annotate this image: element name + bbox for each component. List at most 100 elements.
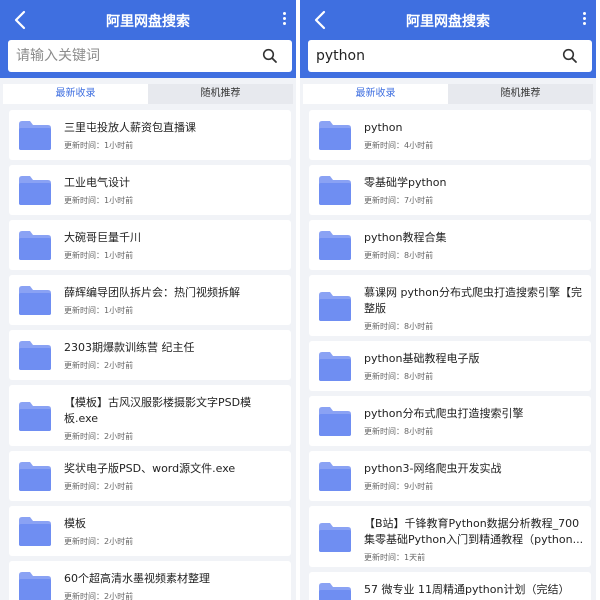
item-update-time: 更新时间：7小时前	[364, 196, 434, 205]
list-item-1[interactable]: 三里屯投放人薪资包直播课 更新时间：1小时前	[9, 110, 291, 160]
list-item-7[interactable]: 奖状电子版PSD、word源文件.exe 更新时间：2小时前	[9, 451, 291, 501]
item-update-time: 更新时间：8小时前	[364, 427, 434, 436]
folder-icon	[17, 459, 53, 493]
list-item-4[interactable]: 薛辉编导团队拆片会：热门视频拆解 更新时间：1小时前	[9, 275, 291, 325]
item-name: 三里屯投放人薪资包直播课	[64, 121, 196, 134]
item-name: 57 微专业 11周精通python计划（完结）	[364, 583, 570, 596]
item-info: 零基础学python 更新时间：7小时前	[364, 175, 585, 206]
list-item-2[interactable]: 工业电气设计 更新时间：1小时前	[9, 165, 291, 215]
item-name: python基础教程电子版	[364, 352, 480, 365]
top-bar: 阿里网盘搜索	[300, 0, 596, 40]
list-item-5[interactable]: python基础教程电子版 更新时间：8小时前	[309, 341, 591, 391]
item-update-time: 更新时间：2小时前	[64, 482, 134, 491]
list-item-2[interactable]: 零基础学python 更新时间：7小时前	[309, 165, 591, 215]
list-item-6[interactable]: python分布式爬虫打造搜索引擎 更新时间：8小时前	[309, 396, 591, 446]
item-name: 慕课网 python分布式爬虫打造搜索引擎【完整版	[364, 286, 582, 315]
item-name: 零基础学python	[364, 176, 447, 189]
folder-icon	[17, 283, 53, 317]
item-update-time: 更新时间：8小时前	[364, 372, 434, 381]
item-name: 大碗哥巨量千川	[64, 231, 141, 244]
search-screen-empty: 阿里网盘搜索 最新收录 随机推荐 三里屯投放人薪资包直播课 更新时间：1小时前	[0, 0, 296, 600]
item-update-time: 更新时间：9小时前	[364, 482, 434, 491]
item-name: 60个超高清水墨视频素材整理	[64, 572, 210, 585]
list-item-7[interactable]: python3-网络爬虫开发实战 更新时间：9小时前	[309, 451, 591, 501]
list-item-4[interactable]: 慕课网 python分布式爬虫打造搜索引擎【完整版 更新时间：8小时前	[309, 275, 591, 336]
item-name: 薛辉编导团队拆片会：热门视频拆解	[64, 286, 240, 299]
search-input[interactable]	[16, 45, 236, 67]
folder-icon	[317, 173, 353, 207]
screenshot-pair: 阿里网盘搜索 最新收录 随机推荐 三里屯投放人薪资包直播课 更新时间：1小时前	[0, 0, 600, 600]
item-update-time: 更新时间：1小时前	[64, 196, 134, 205]
item-update-time: 更新时间：1天前	[364, 553, 426, 562]
folder-icon	[317, 289, 353, 323]
folder-icon	[17, 338, 53, 372]
item-update-time: 更新时间：2小时前	[64, 432, 134, 441]
tab-random[interactable]: 随机推荐	[148, 84, 293, 104]
item-info: python教程合集 更新时间：8小时前	[364, 230, 585, 261]
item-name: 【模板】古风汉服影楼摄影文字PSD模板.exe	[64, 396, 252, 425]
item-update-time: 更新时间：4小时前	[364, 141, 434, 150]
item-info: python3-网络爬虫开发实战 更新时间：9小时前	[364, 461, 585, 492]
tab-random[interactable]: 随机推荐	[448, 84, 593, 104]
search-screen-python: 阿里网盘搜索 最新收录 随机推荐 python 更新时间：4小时前	[300, 0, 596, 600]
folder-icon	[17, 118, 53, 152]
item-update-time: 更新时间：8小时前	[364, 251, 434, 260]
list-item-5[interactable]: 2303期爆款训练营 纪主任 更新时间：2小时前	[9, 330, 291, 380]
item-name: 【B站】千锋教育Python数据分析教程_700集零基础Python入门到精通教…	[364, 517, 584, 546]
app-header: 阿里网盘搜索	[300, 0, 596, 78]
more-menu-icon[interactable]	[280, 10, 288, 30]
item-info: 奖状电子版PSD、word源文件.exe 更新时间：2小时前	[64, 461, 285, 492]
folder-icon	[17, 569, 53, 600]
item-info: python 更新时间：4小时前	[364, 120, 585, 151]
item-name: 模板	[64, 517, 86, 530]
app-header: 阿里网盘搜索	[0, 0, 296, 78]
item-name: python3-网络爬虫开发实战	[364, 462, 502, 475]
folder-icon	[317, 580, 353, 600]
item-name: 奖状电子版PSD、word源文件.exe	[64, 462, 236, 475]
list-item-6[interactable]: 【模板】古风汉服影楼摄影文字PSD模板.exe 更新时间：2小时前	[9, 385, 291, 446]
item-info: python基础教程电子版 更新时间：8小时前	[364, 351, 585, 382]
top-bar: 阿里网盘搜索	[0, 0, 296, 40]
search-input[interactable]	[316, 45, 536, 67]
folder-icon	[17, 228, 53, 262]
item-name: python教程合集	[364, 231, 447, 244]
item-info: 薛辉编导团队拆片会：热门视频拆解 更新时间：1小时前	[64, 285, 285, 316]
item-info: 三里屯投放人薪资包直播课 更新时间：1小时前	[64, 120, 285, 151]
app-title: 阿里网盘搜索	[406, 14, 490, 30]
item-info: 模板 更新时间：2小时前	[64, 516, 285, 547]
item-update-time: 更新时间：1小时前	[64, 251, 134, 260]
item-name: 工业电气设计	[64, 176, 130, 189]
list-item-9[interactable]: 57 微专业 11周精通python计划（完结） 更新时间：1天前	[309, 572, 591, 600]
item-name: python分布式爬虫打造搜索引擎	[364, 407, 524, 420]
list-item-8[interactable]: 模板 更新时间：2小时前	[9, 506, 291, 556]
item-update-time: 更新时间：8小时前	[364, 322, 434, 331]
list-item-9[interactable]: 60个超高清水墨视频素材整理 更新时间：2小时前	[9, 561, 291, 600]
list-item-8[interactable]: 【B站】千锋教育Python数据分析教程_700集零基础Python入门到精通教…	[309, 506, 591, 567]
more-menu-icon[interactable]	[580, 10, 588, 30]
item-info: 60个超高清水墨视频素材整理 更新时间：2小时前	[64, 571, 285, 600]
list-item-3[interactable]: 大碗哥巨量千川 更新时间：1小时前	[9, 220, 291, 270]
item-info: 慕课网 python分布式爬虫打造搜索引擎【完整版 更新时间：8小时前	[364, 285, 585, 332]
result-list: 三里屯投放人薪资包直播课 更新时间：1小时前 工业电气设计 更新时间：1小时前 …	[9, 110, 291, 600]
list-item-3[interactable]: python教程合集 更新时间：8小时前	[309, 220, 591, 270]
item-name: python	[364, 121, 403, 134]
app-title: 阿里网盘搜索	[106, 14, 190, 30]
folder-icon	[17, 399, 53, 433]
tab-bar: 最新收录 随机推荐	[303, 84, 593, 104]
item-update-time: 更新时间：2小时前	[64, 537, 134, 546]
search-icon[interactable]	[562, 48, 578, 64]
search-bar	[8, 40, 292, 72]
search-icon[interactable]	[262, 48, 278, 64]
tab-latest[interactable]: 最新收录	[3, 84, 148, 104]
result-list: python 更新时间：4小时前 零基础学python 更新时间：7小时前 py…	[309, 110, 591, 600]
item-update-time: 更新时间：1小时前	[64, 141, 134, 150]
search-bar	[308, 40, 592, 72]
item-info: 【模板】古风汉服影楼摄影文字PSD模板.exe 更新时间：2小时前	[64, 395, 285, 442]
item-name: 2303期爆款训练营 纪主任	[64, 341, 195, 354]
folder-icon	[317, 459, 353, 493]
item-update-time: 更新时间：2小时前	[64, 592, 134, 600]
tab-bar: 最新收录 随机推荐	[3, 84, 293, 104]
list-item-1[interactable]: python 更新时间：4小时前	[309, 110, 591, 160]
tab-latest[interactable]: 最新收录	[303, 84, 448, 104]
folder-icon	[17, 173, 53, 207]
